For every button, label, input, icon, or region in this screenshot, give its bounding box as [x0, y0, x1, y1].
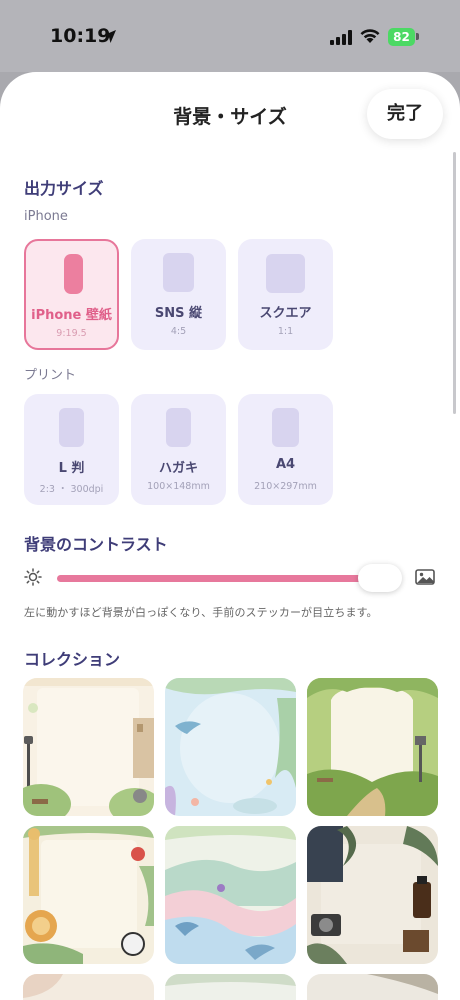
- size-card-name: L 判: [58, 461, 85, 476]
- size-card-square[interactable]: スクエア 1:1: [238, 239, 333, 350]
- collection-item-partial-1[interactable]: [23, 974, 154, 1000]
- print-group-label: プリント: [24, 368, 77, 383]
- output-size-heading: 出力サイズ: [24, 179, 104, 198]
- battery-tip: [416, 33, 419, 40]
- size-card-ratio: 9:19.5: [56, 328, 87, 339]
- size-card-ratio: 4:5: [170, 326, 187, 337]
- collection-item-pastel-sea[interactable]: [165, 826, 296, 964]
- collection-item-partial-2[interactable]: [165, 974, 296, 1000]
- size-card-name: SNS 縦: [154, 306, 203, 321]
- collection-item-town-lamp[interactable]: [23, 678, 154, 816]
- size-card-ratio: 100×148mm: [147, 481, 210, 492]
- image-icon: [415, 569, 435, 585]
- collection-item-ocean-dolphin[interactable]: [165, 678, 296, 816]
- scrollbar[interactable]: [453, 152, 456, 414]
- size-card-l-print[interactable]: L 判 2:3 ・ 300dpi: [24, 394, 119, 505]
- collection-item-camera-plants[interactable]: [307, 826, 438, 964]
- done-button[interactable]: 完了: [367, 89, 443, 139]
- size-card-a4[interactable]: A4 210×297mm: [238, 394, 333, 505]
- collection-item-green-hills[interactable]: [307, 678, 438, 816]
- wifi-icon: [360, 29, 380, 43]
- battery-indicator: 82: [388, 28, 415, 46]
- status-bar: 10:19 82: [0, 0, 460, 72]
- square-icon: [266, 254, 305, 293]
- battery-level: 82: [393, 30, 410, 44]
- size-card-postcard[interactable]: ハガキ 100×148mm: [131, 394, 226, 505]
- size-card-iphone-wallpaper[interactable]: iPhone 壁紙 9:19.5: [24, 239, 119, 350]
- iphone-group-label: iPhone: [24, 209, 68, 224]
- postcard-icon: [166, 408, 191, 447]
- contrast-slider-track[interactable]: [57, 575, 377, 582]
- size-card-sns-portrait[interactable]: SNS 縦 4:5: [131, 239, 226, 350]
- size-card-name: iPhone 壁紙: [31, 308, 112, 323]
- size-card-ratio: 2:3 ・ 300dpi: [39, 484, 104, 495]
- size-card-ratio: 1:1: [277, 326, 294, 337]
- portrait-4-5-icon: [163, 253, 194, 292]
- portrait-tall-icon: [64, 254, 83, 294]
- size-card-ratio: 210×297mm: [254, 481, 317, 492]
- size-card-name: ハガキ: [158, 461, 198, 476]
- location-arrow-icon: [103, 30, 116, 43]
- size-card-name: A4: [275, 457, 296, 472]
- contrast-heading: 背景のコントラスト: [24, 535, 168, 554]
- contrast-hint: 左に動かすほど背景が白っぽくなり、手前のステッカーが目立ちます。: [24, 606, 378, 619]
- sun-icon: [24, 568, 42, 586]
- collection-heading: コレクション: [24, 650, 121, 669]
- size-card-name: スクエア: [259, 306, 312, 321]
- collection-item-partial-3[interactable]: [307, 974, 438, 1000]
- portrait-2-3-icon: [59, 408, 84, 447]
- contrast-slider-knob[interactable]: [358, 564, 402, 592]
- collection-item-animal-jungle[interactable]: [23, 826, 154, 964]
- a4-page-icon: [272, 408, 299, 447]
- cellular-signal-icon: [330, 30, 352, 45]
- background-size-sheet: 背景・サイズ 完了 出力サイズ iPhone iPhone 壁紙 9:19.5 …: [0, 72, 460, 1000]
